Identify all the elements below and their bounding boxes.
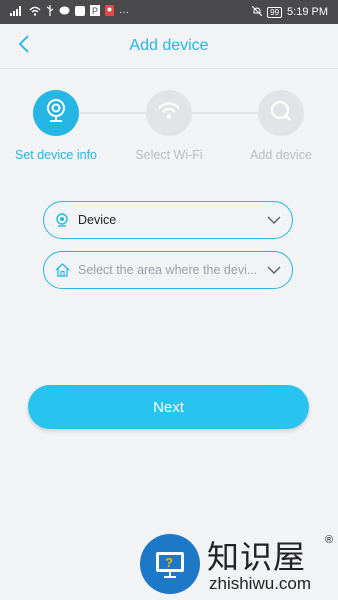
signal-icon (10, 5, 24, 19)
status-icons-left: P ··· (10, 5, 129, 19)
wifi-icon (157, 101, 181, 126)
page-title: Add device (129, 37, 209, 54)
header: Add device (0, 24, 338, 69)
message-icon (59, 6, 70, 19)
watermark-en-text: zhishiwu.com (209, 574, 312, 593)
step-select-wifi (146, 90, 192, 136)
status-icons-right: 99 5:19 PM (251, 5, 328, 19)
status-time: 5:19 PM (287, 6, 328, 18)
step-add-device (258, 90, 304, 136)
webcam-icon (54, 212, 70, 228)
area-select[interactable]: Select the area where the devi... (43, 251, 293, 289)
chevron-down-icon (266, 262, 282, 278)
back-button[interactable] (10, 32, 38, 60)
camera-icon (44, 98, 68, 129)
svg-text:?: ? (165, 555, 173, 570)
watermark: ? 知识屋 ® zhishiwu.com (133, 528, 338, 600)
step-indicator: Set device info Select Wi-Fi Add device (0, 88, 338, 168)
parking-icon: P (90, 5, 100, 19)
step-set-device-info (33, 90, 79, 136)
mute-icon (251, 5, 263, 19)
search-icon (269, 99, 293, 128)
status-bar: P ··· 99 5:19 PM (0, 0, 338, 24)
watermark-registered-mark: ® (325, 534, 334, 546)
step-connector (80, 112, 146, 114)
device-select[interactable]: Device (43, 201, 293, 239)
location-icon (105, 5, 114, 19)
chevron-left-icon (18, 34, 30, 58)
chevron-down-icon (266, 212, 282, 228)
watermark-logo-icon: ? (140, 534, 200, 594)
area-select-placeholder: Select the area where the devi... (78, 263, 258, 277)
step-connector (192, 112, 258, 114)
next-button[interactable]: Next (28, 385, 309, 429)
step-label: Select Wi-Fi (135, 148, 203, 162)
notification-icon (75, 5, 85, 19)
usb-icon (46, 5, 54, 19)
svg-text:P: P (92, 6, 98, 16)
device-select-value: Device (78, 213, 117, 227)
home-icon (54, 262, 70, 278)
step-label: Add device (250, 148, 312, 162)
battery-icon: 99 (267, 6, 283, 18)
watermark-cn-text: 知识屋 (207, 539, 307, 575)
more-status-icon: ··· (119, 6, 129, 18)
wifi-status-icon (29, 6, 41, 19)
step-label: Set device info (15, 148, 97, 162)
